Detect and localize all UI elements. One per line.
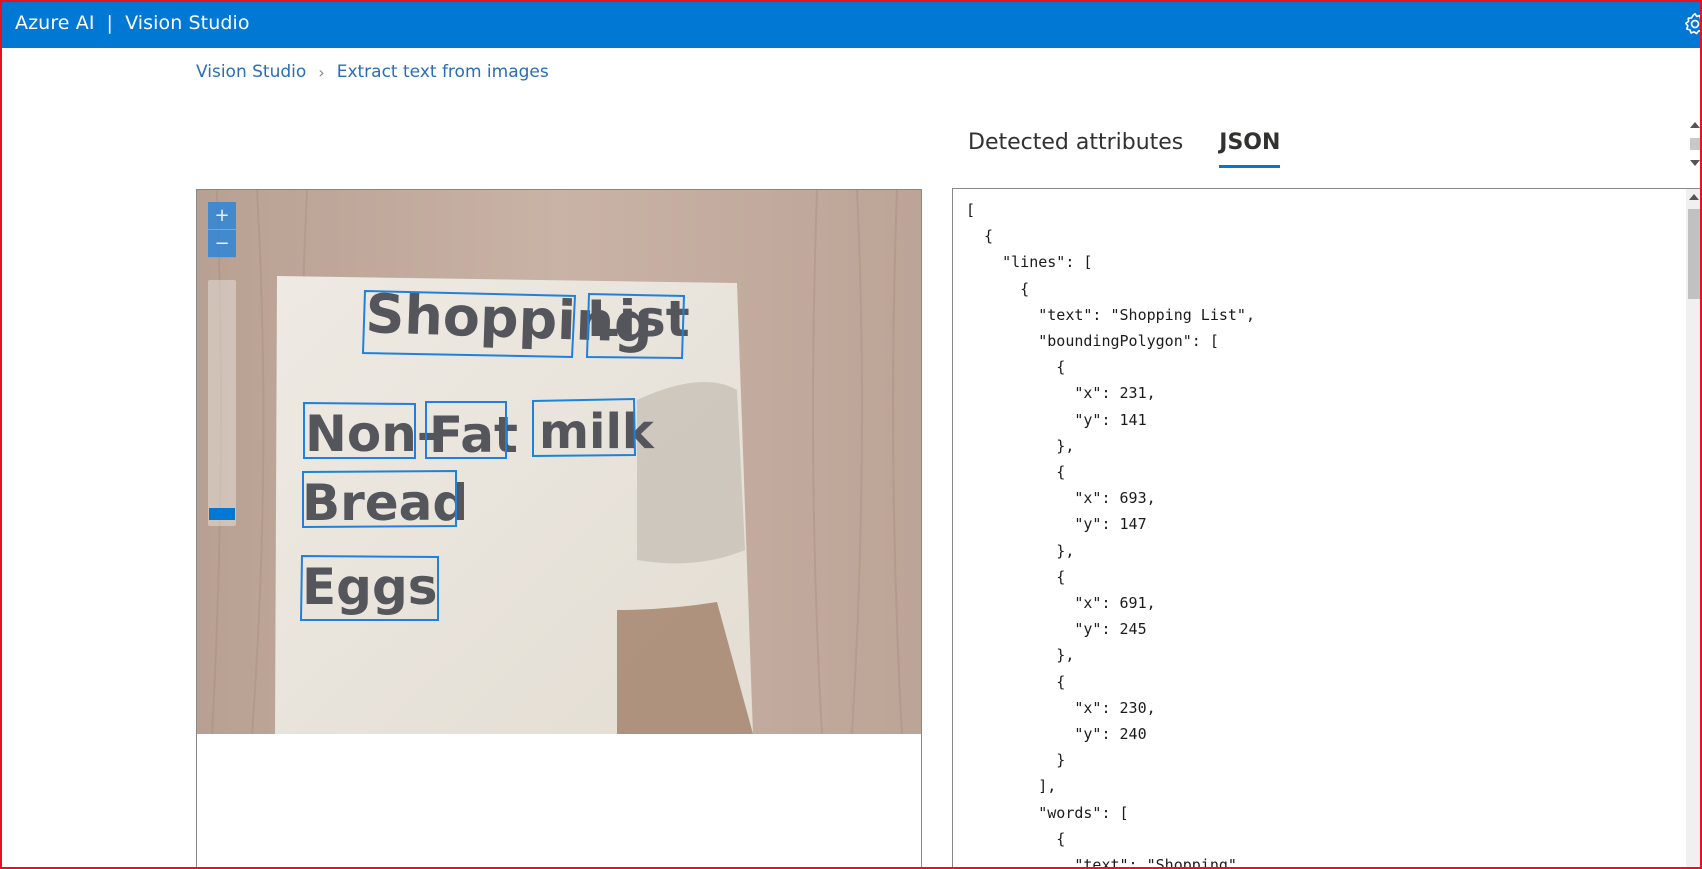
scroll-up-icon[interactable]: [1689, 194, 1699, 200]
brand-name: Azure AI: [15, 12, 95, 34]
zoom-out-button[interactable]: −: [208, 230, 236, 258]
svg-text:Non-: Non-: [305, 405, 438, 463]
brand[interactable]: Azure AI | Vision Studio: [15, 12, 250, 34]
zoom-slider-thumb[interactable]: [209, 508, 235, 520]
chevron-right-icon: ›: [318, 62, 325, 82]
breadcrumb-vision-studio[interactable]: Vision Studio: [196, 62, 306, 82]
svg-text:Fat: Fat: [429, 406, 518, 464]
zoom-slider[interactable]: [208, 280, 236, 526]
json-scrollbar[interactable]: [1686, 189, 1702, 869]
scroll-thumb[interactable]: [1688, 209, 1700, 299]
scroll-thumb[interactable]: [1690, 138, 1702, 150]
tab-json[interactable]: JSON: [1219, 130, 1281, 168]
svg-text:Bread: Bread: [302, 474, 468, 532]
scroll-up-icon[interactable]: [1690, 122, 1700, 128]
brand-separator: |: [106, 12, 114, 34]
result-tabs: Detected attributes JSON: [968, 130, 1316, 168]
breadcrumb-extract-text[interactable]: Extract text from images: [337, 62, 549, 82]
svg-text:List: List: [587, 290, 690, 348]
product-name: Vision Studio: [125, 12, 250, 34]
tab-detected-attributes[interactable]: Detected attributes: [968, 130, 1183, 168]
breadcrumb: Vision Studio › Extract text from images: [196, 62, 549, 82]
zoom-in-button[interactable]: +: [208, 202, 236, 230]
top-bar: Azure AI | Vision Studio: [0, 0, 1702, 48]
shopping-list-photo: Shopping List Non- Fat milk Bread Eggs: [197, 190, 921, 734]
scroll-down-icon[interactable]: [1690, 160, 1700, 166]
settings-gear-icon[interactable]: [1682, 11, 1702, 37]
page-scrollbar[interactable]: [1688, 118, 1702, 170]
image-preview-panel: Shopping List Non- Fat milk Bread Eggs +…: [196, 189, 922, 869]
json-output-panel: [ { "lines": [ { "text": "Shopping List"…: [952, 188, 1702, 869]
zoom-control: + −: [208, 202, 236, 526]
svg-text:milk: milk: [539, 404, 655, 460]
json-code: [ { "lines": [ { "text": "Shopping List"…: [966, 201, 1255, 869]
svg-text:Eggs: Eggs: [302, 558, 438, 616]
